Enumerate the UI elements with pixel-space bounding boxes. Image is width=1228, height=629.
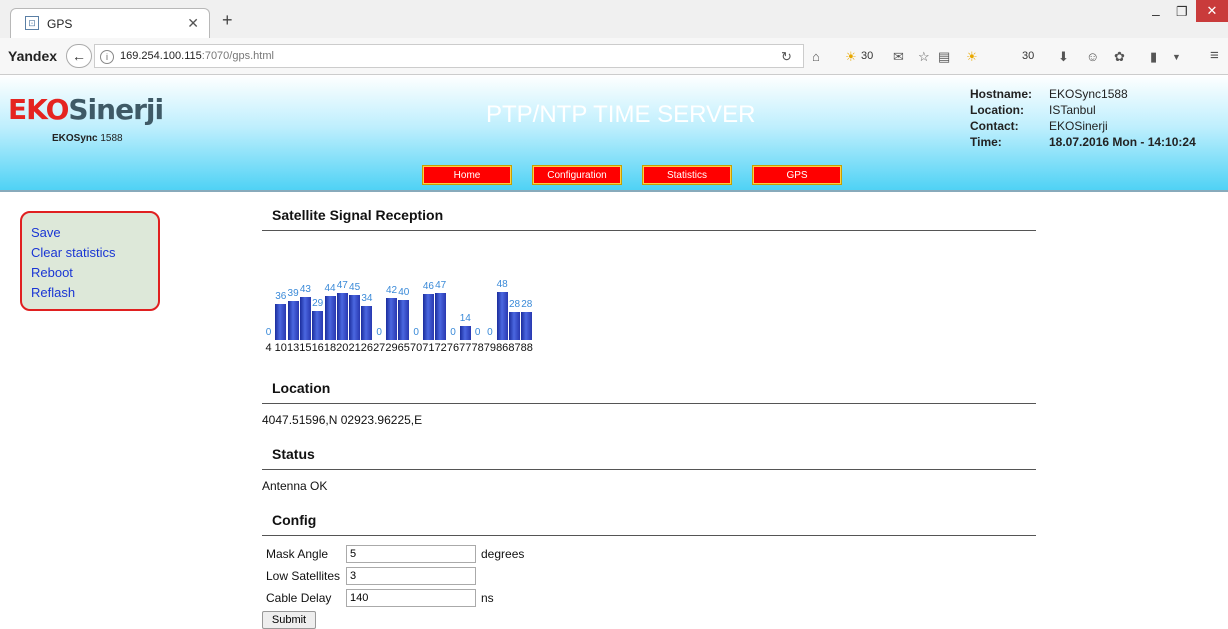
bar-value-label: 43 — [299, 284, 311, 295]
tab-close-icon[interactable]: ✕ — [187, 15, 199, 32]
back-icon[interactable]: ← — [66, 44, 92, 68]
signal-bar — [275, 304, 287, 340]
browser-tab-bar: ⊡ GPS ✕ + – ❐ ✕ — [0, 0, 1228, 38]
bar-value-label: 34 — [361, 293, 373, 304]
site-info-icon[interactable]: i — [100, 50, 114, 64]
nav-configuration-button[interactable]: Configuration — [532, 165, 622, 185]
nav-gps-button[interactable]: GPS — [752, 165, 842, 185]
contact-label: Contact: — [970, 119, 1019, 133]
download-icon[interactable]: ⬇ — [1058, 49, 1069, 65]
bar-value-label: 47 — [435, 280, 447, 291]
sidebar-item-clear-statistics[interactable]: Clear statistics — [31, 243, 158, 263]
cable-delay-unit: ns — [481, 591, 494, 605]
cable-delay-input[interactable] — [346, 589, 476, 607]
location-coordinates: 4047.51596,N 02923.96225,E — [262, 413, 423, 427]
bookmark-star-icon[interactable]: ☆ — [918, 49, 930, 65]
satellite-id-label: 88 — [520, 342, 533, 354]
window-minimize-icon[interactable]: – — [1152, 6, 1160, 22]
location-value: ISTanbul — [1049, 103, 1096, 117]
mask-angle-label: Mask Angle — [266, 547, 329, 561]
signal-bar — [287, 301, 299, 340]
low-satellites-input[interactable] — [346, 567, 476, 585]
bookmarks-icon[interactable]: ▤ — [938, 49, 950, 65]
divider — [262, 230, 1036, 231]
mail-icon[interactable]: ✉ — [893, 49, 904, 65]
section-title-status: Status — [272, 446, 315, 462]
new-tab-icon[interactable]: + — [222, 11, 233, 29]
window-maximize-icon[interactable]: ❐ — [1176, 4, 1188, 20]
sidebar-item-save[interactable]: Save — [31, 223, 158, 243]
divider — [262, 535, 1036, 536]
hostname-value: EKOSync1588 — [1049, 87, 1128, 101]
device-model: EKOSync 1588 — [52, 133, 123, 144]
mask-angle-unit: degrees — [481, 547, 525, 561]
home-icon[interactable]: ⌂ — [812, 49, 820, 64]
contact-value: EKOSinerji — [1049, 119, 1108, 133]
signal-bar — [336, 293, 348, 340]
signal-bar — [324, 296, 336, 340]
browser-address-bar: Yandex ← i 169.254.100.115:7070/gps.html… — [0, 38, 1228, 75]
page-title: PTP/NTP TIME SERVER — [486, 101, 756, 128]
tab-title: GPS — [47, 17, 73, 31]
signal-bar — [509, 312, 520, 340]
section-title-signal: Satellite Signal Reception — [272, 207, 444, 223]
hostname-label: Hostname: — [970, 87, 1033, 101]
weather-temp: 30 — [861, 50, 874, 62]
section-title-config: Config — [272, 512, 317, 528]
device-info-values: EKOSync1588 ISTanbul EKOSinerji 18.07.20… — [1049, 86, 1196, 150]
extension-icon[interactable]: ✿ — [1114, 49, 1125, 65]
antenna-status: Antenna OK — [262, 479, 328, 493]
weather-temp-2: 30 — [1022, 50, 1035, 62]
sidebar-menu: Save Clear statistics Reboot Reflash — [20, 211, 160, 311]
weather-icon-2[interactable]: ☀ — [966, 49, 978, 65]
page-favicon-icon: ⊡ — [25, 16, 39, 30]
time-value: 18.07.2016 Mon - 14:10:24 — [1049, 135, 1196, 149]
bar-value-label: 48 — [496, 279, 508, 290]
section-title-location: Location — [272, 380, 331, 396]
bar-value-label: 45 — [349, 282, 361, 293]
signal-bar — [312, 311, 324, 340]
yandex-logo[interactable]: Yandex — [8, 48, 57, 64]
page-header: EKOSinerji EKOSync 1588 PTP/NTP TIME SER… — [0, 75, 1228, 192]
weather-icon[interactable]: ☀ — [845, 49, 857, 65]
signal-bar — [422, 294, 434, 340]
ekosinerji-logo: EKOSinerji — [8, 93, 164, 126]
bar-value-label: 40 — [398, 287, 410, 298]
url-text[interactable]: 169.254.100.115:7070/gps.html — [120, 50, 274, 62]
sidebar-item-reboot[interactable]: Reboot — [31, 263, 158, 283]
time-label: Time: — [970, 135, 1002, 149]
signal-bar — [386, 298, 397, 340]
cable-delay-label: Cable Delay — [266, 591, 332, 605]
window-close-icon[interactable]: ✕ — [1196, 0, 1228, 22]
nav-statistics-button[interactable]: Statistics — [642, 165, 732, 185]
dropdown-icon[interactable]: ▼ — [1172, 52, 1181, 62]
reload-icon[interactable]: ↻ — [781, 49, 792, 65]
clipboard-icon[interactable]: ▮ — [1150, 49, 1157, 65]
divider — [262, 403, 1036, 404]
divider — [262, 469, 1036, 470]
nav-home-button[interactable]: Home — [422, 165, 512, 185]
bar-value-label: 28 — [521, 299, 533, 310]
signal-bar — [521, 312, 533, 340]
mask-angle-input[interactable] — [346, 545, 476, 563]
browser-tab[interactable]: ⊡ GPS ✕ — [10, 8, 210, 38]
sync-icon[interactable]: ☺ — [1086, 49, 1099, 64]
submit-button[interactable]: Submit — [262, 611, 316, 629]
sidebar-item-reflash[interactable]: Reflash — [31, 283, 158, 303]
location-label: Location: — [970, 103, 1024, 117]
menu-icon[interactable]: ≡ — [1210, 47, 1219, 64]
low-satellites-label: Low Satellites — [266, 569, 341, 583]
bar-value-label: 14 — [459, 313, 471, 324]
device-info-labels: Hostname: Location: Contact: Time: — [970, 86, 1032, 150]
